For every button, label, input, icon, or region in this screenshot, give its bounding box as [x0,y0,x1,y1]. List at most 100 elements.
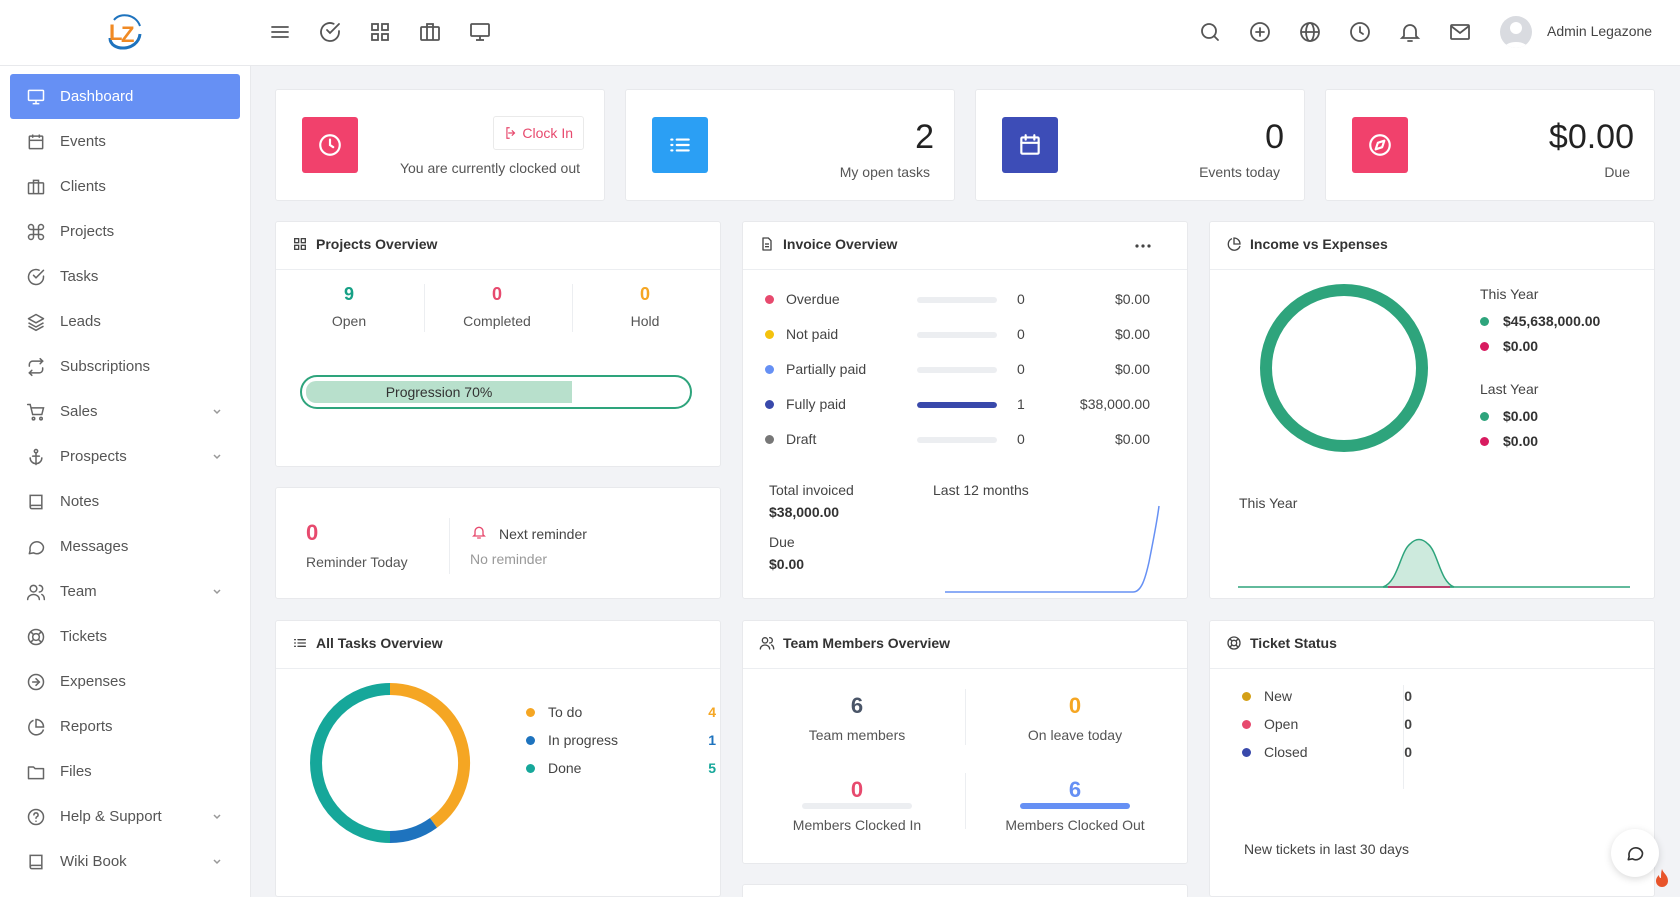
events-today-card[interactable]: 0 Events today [975,89,1305,201]
check-circle-icon[interactable] [318,20,342,44]
sidebar-item-clients[interactable]: Clients [10,164,240,209]
sidebar-item-notes[interactable]: Notes [10,479,240,524]
team-overview-card: Team Members Overview 6 Team members 0 O… [742,620,1188,864]
invoice-status-row[interactable]: Fully paid 1 $38,000.00 [765,395,1150,415]
sidebar-item-projects[interactable]: Projects [10,209,240,254]
total-invoiced-value: $38,000.00 [769,504,840,520]
clocked-out-stat[interactable]: 6 Members Clocked Out [975,777,1175,833]
grid-icon[interactable] [368,20,392,44]
clock-icon[interactable] [1348,20,1372,44]
clocked-in-stat[interactable]: 0 Members Clocked In [757,777,957,833]
sidebar-item-help-support[interactable]: Help & Support [10,794,240,839]
sidebar-item-prospects[interactable]: Prospects [10,434,240,479]
legend-dot [526,736,535,745]
sidebar-item-tasks[interactable]: Tasks [10,254,240,299]
projects-hold-stat[interactable]: 0 Hold [575,284,715,329]
search-icon[interactable] [1198,20,1222,44]
briefcase-icon[interactable] [418,20,442,44]
tasks-tile [652,117,708,173]
ticket-status-row[interactable]: Closed 0 [1242,743,1412,761]
team-members-stat[interactable]: 6 Team members [757,693,957,743]
repeat-icon [26,357,46,377]
last-year-label: Last Year [1480,381,1539,397]
invoice-status-row[interactable]: Overdue 0 $0.00 [765,290,1150,310]
stat-value: 6 [1068,777,1082,802]
events-today-count: 0 [1265,118,1284,156]
app-logo[interactable]: L Z [100,8,148,56]
globe-icon[interactable] [1298,20,1322,44]
status-bar [917,367,997,373]
income-donut-chart [1260,284,1428,452]
this-year-expense: $0.00 [1503,338,1539,354]
avatar[interactable] [1500,16,1532,48]
stat-label: Open [331,313,367,329]
chevron-down-icon [212,812,222,822]
invoice-sparkline [945,505,1160,593]
sidebar-item-reports[interactable]: Reports [10,704,240,749]
sidebar-item-label: Sales [60,403,98,420]
due-card[interactable]: $0.00 Due [1325,89,1655,201]
sidebar-item-sales[interactable]: Sales [10,389,240,434]
sidebar-item-expenses[interactable]: Expenses [10,659,240,704]
ticket-status-label: Open [1264,716,1299,732]
clock-card: Clock In You are currently clocked out [275,89,605,201]
income-area-chart [1238,538,1630,588]
sidebar-item-subscriptions[interactable]: Subscriptions [10,344,240,389]
bell-icon[interactable] [1398,20,1422,44]
donut-segment [389,817,438,843]
sidebar-item-label: Team [60,583,97,600]
status-bar [917,437,997,443]
due-label: Due [1604,164,1630,180]
mail-icon[interactable] [1448,20,1472,44]
sidebar-item-events[interactable]: Events [10,119,240,164]
more-horizontal-icon[interactable] [1133,238,1153,254]
income-dot [1480,412,1489,421]
invoice-due-value: $0.00 [769,556,805,572]
last-year-expense: $0.00 [1503,433,1539,449]
on-leave-stat[interactable]: 0 On leave today [975,693,1175,743]
reminder-count-label: Reminder Today [306,554,408,570]
tasks-donut-chart [310,683,470,843]
invoice-status-row[interactable]: Not paid 0 $0.00 [765,325,1150,345]
chat-button[interactable] [1611,829,1659,877]
sidebar-item-team[interactable]: Team [10,569,240,614]
projects-overview-card: Projects Overview 9 Open 0 Completed 0 H… [275,221,721,467]
folder-icon [26,762,46,782]
sidebar-item-dashboard[interactable]: Dashboard [10,74,240,119]
invoice-due-label: Due [769,534,795,550]
sidebar-item-label: Events [60,133,106,150]
task-status-row[interactable]: In progress 1 [526,731,726,749]
invoice-status-row[interactable]: Partially paid 0 $0.00 [765,360,1150,380]
task-status-label: In progress [548,732,619,748]
sidebar-item-messages[interactable]: Messages [10,524,240,569]
task-status-row[interactable]: Done 5 [526,759,726,777]
task-status-row[interactable]: To do 4 [526,703,726,721]
open-tasks-card[interactable]: 2 My open tasks [625,89,955,201]
monitor-icon[interactable] [468,20,492,44]
clock-in-button[interactable]: Clock In [493,116,584,150]
ticket-status-row[interactable]: New 0 [1242,687,1412,705]
user-name[interactable]: Admin Legazone [1547,23,1652,39]
projects-open-stat[interactable]: 9 Open [279,284,419,329]
reminder-card: 0 Reminder Today Next reminder No remind… [275,487,721,599]
sidebar-item-leads[interactable]: Leads [10,299,240,344]
sidebar-item-wiki-book[interactable]: Wiki Book [10,839,240,884]
list-icon [292,635,308,651]
task-status-label: Done [548,760,582,776]
ticket-status-row[interactable]: Open 0 [1242,715,1412,733]
calendar-icon [1020,134,1040,155]
sidebar-item-files[interactable]: Files [10,749,240,794]
donut-segment [310,683,391,843]
invoice-overview-card: Invoice Overview Overdue 0 $0.00 Not paid 0 $… [742,221,1188,599]
menu-icon[interactable] [268,20,292,44]
projects-completed-stat[interactable]: 0 Completed [427,284,567,329]
briefcase-icon [26,177,46,197]
this-year-label: This Year [1480,286,1539,302]
monitor-icon [26,87,46,107]
sidebar-item-tickets[interactable]: Tickets [10,614,240,659]
legend-dot [1242,748,1251,757]
book-icon [26,852,46,872]
pie-chart-icon [26,717,46,737]
invoice-status-row[interactable]: Draft 0 $0.00 [765,430,1150,450]
plus-circle-icon[interactable] [1248,20,1272,44]
